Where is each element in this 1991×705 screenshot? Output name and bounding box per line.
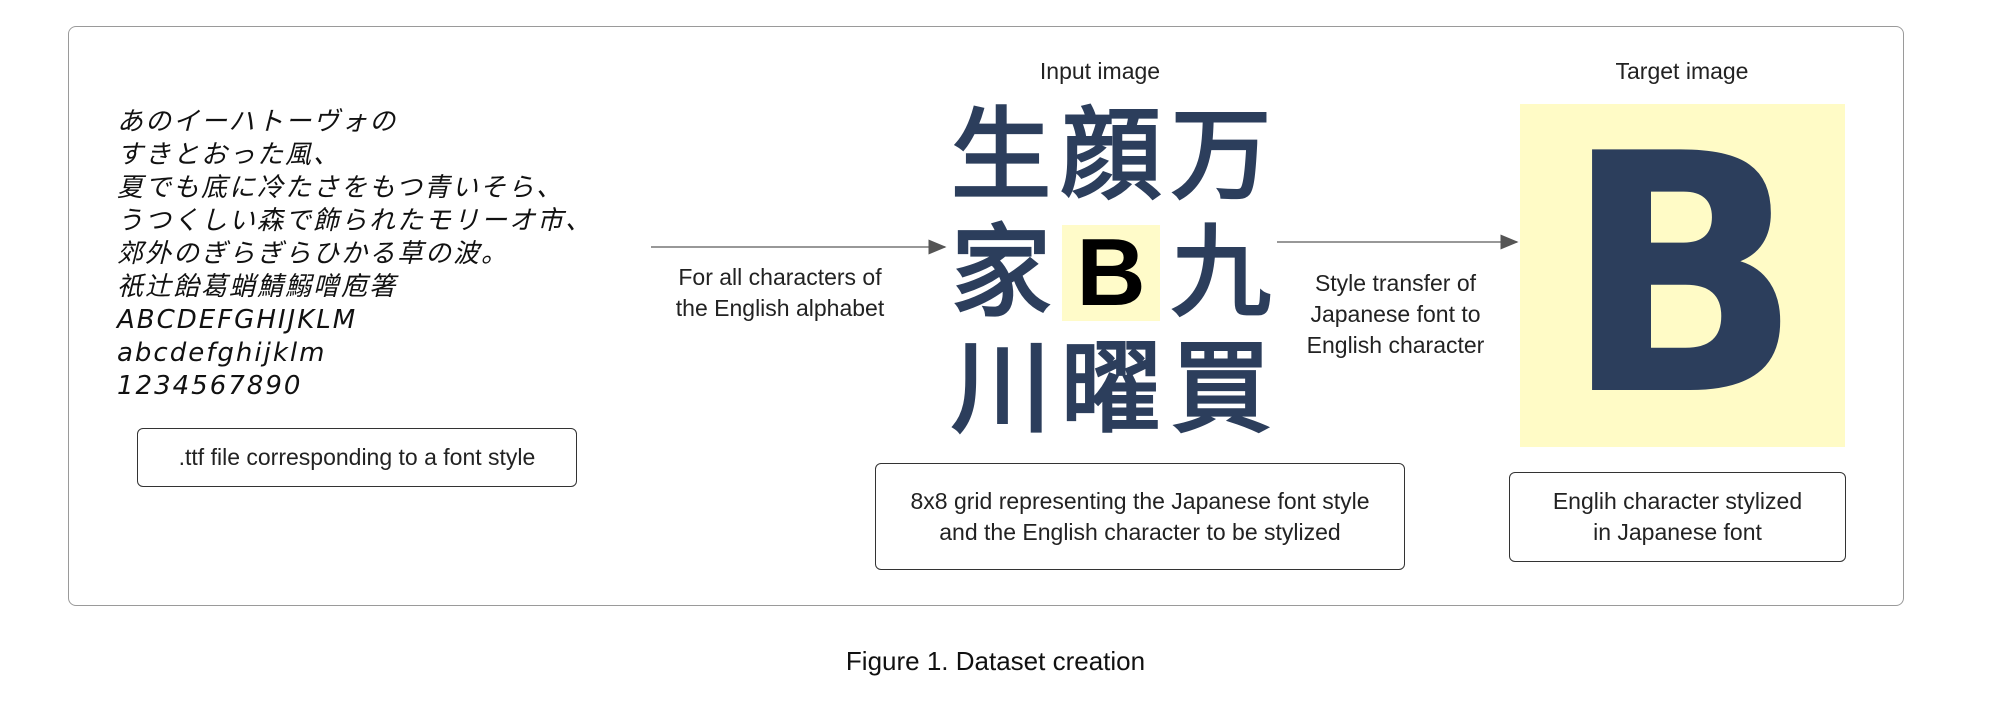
grid-cell: 生 [951,97,1051,215]
grid-cell: 川 [951,329,1051,447]
arrow2-label-line: English character [1306,332,1485,358]
arrow1-label: For all characters of the English alphab… [650,262,910,324]
grid-description-line: and the English character to be stylized [939,518,1341,545]
target-image-title: Target image [1615,58,1749,84]
arrow1-label-line: the English alphabet [675,295,885,321]
arrow2-label-line: Japanese font to [1310,301,1481,327]
arrow1-label-line: For all characters of [678,264,882,290]
arrow2-label-line: Style transfer of [1314,270,1477,296]
grid-cell: 万 [1171,97,1271,215]
target-description-line: Englih character stylized [1552,488,1803,514]
grid-cell-english-char: B [1062,224,1160,321]
figure-caption: Figure 1. Dataset creation [845,646,1146,676]
grid-cell: 家 [951,213,1051,331]
target-image: B [1520,104,1845,447]
target-description-box: Englih character stylized in Japanese fo… [1509,472,1846,562]
input-image-grid: 生 顔 万 家 B 九 川 曜 買 [946,100,1276,445]
grid-cell: 買 [1171,329,1271,447]
input-image-title: Input image [1039,58,1161,84]
target-description-line: in Japanese font [1593,519,1762,545]
target-stylized-char: B [1563,83,1802,468]
arrow2-label: Style transfer of Japanese font to Engli… [1283,268,1508,361]
grid-cell: 顔 [1061,97,1161,215]
grid-cell: 曜 [1061,329,1161,447]
grid-description-box: 8x8 grid representing the Japanese font … [875,463,1405,570]
grid-cell: 九 [1171,213,1271,331]
grid-description-line: 8x8 grid representing the Japanese font … [910,487,1370,514]
